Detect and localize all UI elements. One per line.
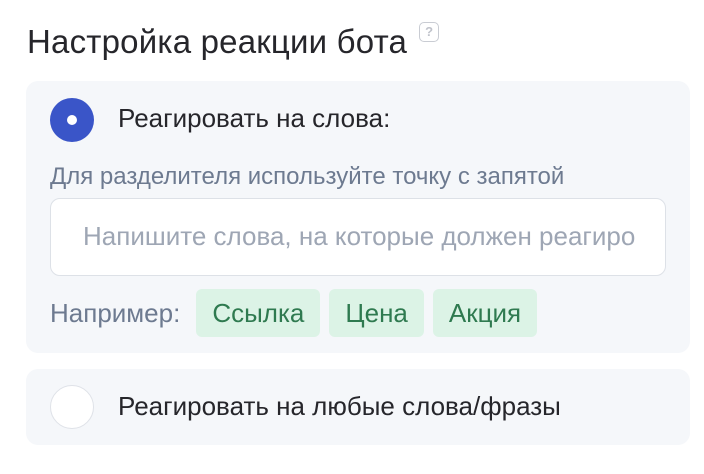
radio-react-any[interactable] — [50, 385, 94, 429]
bot-reaction-settings: Настройка реакции бота ? Реагировать на … — [0, 0, 704, 474]
option-any-card: Реагировать на любые слова/фразы — [26, 369, 690, 445]
title-row: Настройка реакции бота ? — [27, 18, 440, 66]
radio-react-any-label[interactable]: Реагировать на любые слова/фразы — [118, 390, 561, 422]
example-chip-promo[interactable]: Акция — [432, 289, 538, 337]
radio-react-keywords-label[interactable]: Реагировать на слова: — [118, 102, 390, 134]
option-keywords-card: Реагировать на слова: Для разделителя ис… — [26, 81, 690, 353]
keywords-field[interactable] — [50, 198, 666, 276]
example-chip-link[interactable]: Ссылка — [196, 289, 321, 337]
example-chip-price[interactable]: Цена — [329, 289, 424, 337]
radio-dot — [67, 115, 77, 125]
separator-hint: Для разделителя используйте точку с запя… — [50, 163, 565, 190]
help-icon[interactable]: ? — [419, 22, 440, 42]
page-title: Настройка реакции бота — [27, 23, 408, 60]
keywords-input[interactable] — [83, 199, 635, 274]
examples-row: Например: Ссылка Цена Акция — [50, 289, 546, 337]
radio-react-keywords[interactable] — [50, 98, 94, 142]
examples-label: Например: — [50, 297, 181, 328]
